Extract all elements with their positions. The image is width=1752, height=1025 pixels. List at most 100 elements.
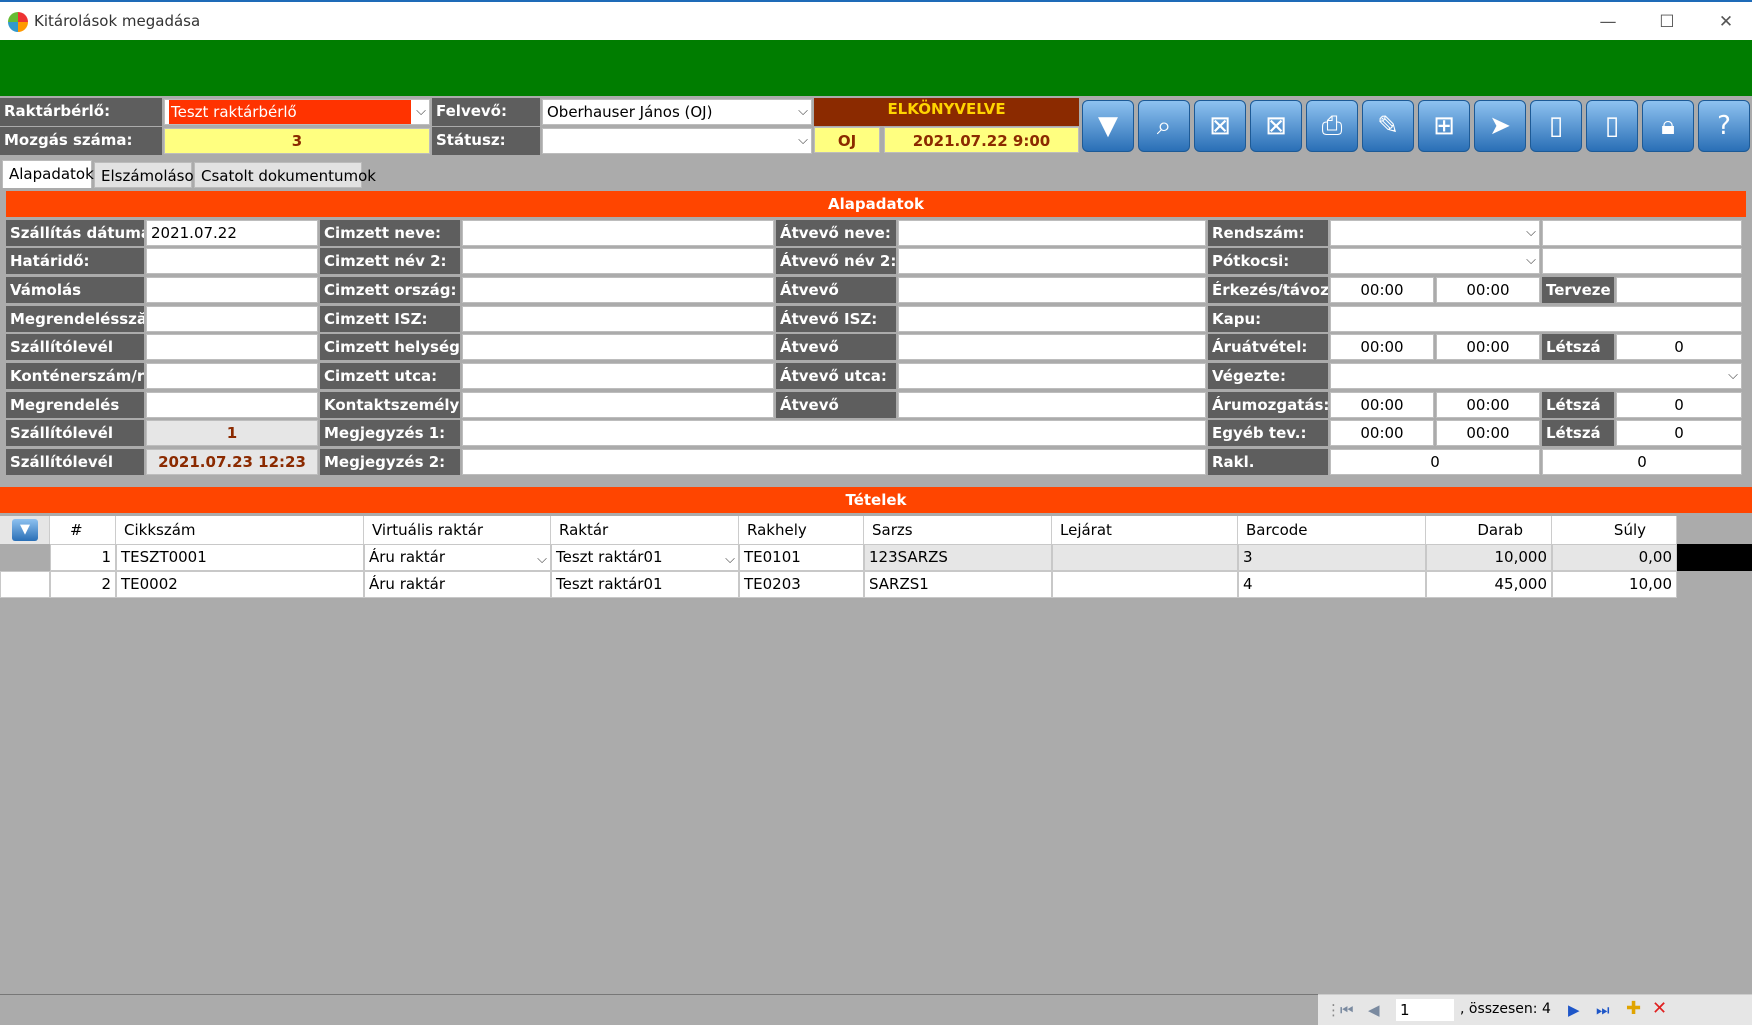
arrival-from[interactable]: 00:00 <box>1330 277 1434 303</box>
mobile-download-icon[interactable]: ▯ <box>1530 100 1582 152</box>
cell-batch[interactable]: SARZS1 <box>864 571 1052 598</box>
cell-weight[interactable]: 10,00 <box>1552 571 1677 598</box>
cell-virtual-warehouse[interactable]: Áru raktár <box>364 571 551 598</box>
column-header[interactable]: Barcode <box>1238 516 1426 544</box>
column-header[interactable]: Lejárat <box>1052 516 1238 544</box>
excel-export-icon[interactable]: ⊠ <box>1250 100 1302 152</box>
note1-field[interactable] <box>462 420 1206 446</box>
pallet-field-2[interactable]: 0 <box>1542 449 1742 475</box>
col2-field[interactable] <box>462 248 774 274</box>
col3-field[interactable] <box>898 392 1206 418</box>
note2-field[interactable] <box>462 449 1206 475</box>
col1-field[interactable] <box>146 363 318 389</box>
maximize-button[interactable]: ☐ <box>1647 8 1687 36</box>
col2-field[interactable] <box>462 220 774 246</box>
trailer-select[interactable]: ⌵ <box>1330 248 1540 274</box>
column-header[interactable]: Virtuális raktár <box>364 516 551 544</box>
previous-record-icon[interactable]: ◀ <box>1368 1001 1380 1019</box>
cell-expiry[interactable] <box>1052 571 1238 598</box>
col1-field[interactable]: 2021.07.22 <box>146 220 318 246</box>
cell-virtual-warehouse[interactable]: Áru raktár ⌵ <box>364 544 551 571</box>
excel-import-icon[interactable]: ⊠ <box>1194 100 1246 152</box>
page-input[interactable]: 1 <box>1396 999 1454 1021</box>
column-header[interactable]: Súly <box>1552 516 1677 544</box>
last-record-icon[interactable]: ⏭ <box>1596 1001 1610 1019</box>
cell-barcode[interactable]: 4 <box>1238 571 1426 598</box>
col2-field[interactable] <box>462 334 774 360</box>
cell-warehouse[interactable]: Teszt raktár01 <box>551 571 739 598</box>
column-header[interactable]: Cikkszám <box>116 516 364 544</box>
other-from[interactable]: 00:00 <box>1330 420 1434 446</box>
filter-icon[interactable]: ▼ <box>1082 100 1134 152</box>
column-header[interactable]: Raktár <box>551 516 739 544</box>
receipt-head-field[interactable]: 0 <box>1616 334 1742 360</box>
lock-icon[interactable]: 🔒︎ <box>1642 100 1694 152</box>
cell-expiry[interactable] <box>1052 544 1238 571</box>
tab-attachments[interactable]: Csatolt dokumentumok <box>194 162 376 188</box>
first-record-icon[interactable]: ⏮ <box>1340 1001 1354 1019</box>
col1-field[interactable] <box>146 277 318 303</box>
moving-from[interactable]: 00:00 <box>1330 392 1434 418</box>
receipt-to[interactable]: 00:00 <box>1436 334 1540 360</box>
planned-field[interactable] <box>1616 277 1742 303</box>
col3-field[interactable] <box>898 306 1206 332</box>
cell-location[interactable]: TE0203 <box>739 571 864 598</box>
cell-batch[interactable]: 123SARZS <box>864 544 1052 571</box>
col2-field[interactable] <box>462 306 774 332</box>
row-selector[interactable] <box>0 571 50 598</box>
minimize-button[interactable]: — <box>1588 8 1628 36</box>
column-header[interactable]: Rakhely <box>739 516 864 544</box>
print-icon[interactable]: ⎙ <box>1306 100 1358 152</box>
col1-field[interactable] <box>146 392 318 418</box>
mobile-upload-icon[interactable]: ▯ <box>1586 100 1638 152</box>
column-header[interactable]: Sarzs <box>864 516 1052 544</box>
moving-to[interactable]: 00:00 <box>1436 392 1540 418</box>
recorder-select[interactable]: Oberhauser János (OJ) ⌵ <box>542 99 812 125</box>
col3-field[interactable] <box>898 248 1206 274</box>
other-head-field[interactable]: 0 <box>1616 420 1742 446</box>
plate-field[interactable] <box>1542 220 1742 246</box>
other-to[interactable]: 00:00 <box>1436 420 1540 446</box>
receipt-from[interactable]: 00:00 <box>1330 334 1434 360</box>
cell-weight[interactable]: 0,00 <box>1552 544 1677 571</box>
tab-basic-data[interactable]: Alapadatok <box>2 160 94 188</box>
cell-sku[interactable]: TE0002 <box>116 571 364 598</box>
attach-icon[interactable]: ✎ <box>1362 100 1414 152</box>
col2-field[interactable] <box>462 277 774 303</box>
filter-icon[interactable]: ▼ <box>12 519 38 541</box>
col1-field[interactable] <box>146 334 318 360</box>
add-record-icon[interactable]: ✚ <box>1626 998 1641 1019</box>
col2-field[interactable] <box>462 363 774 389</box>
cell-quantity[interactable]: 45,000 <box>1426 571 1552 598</box>
column-header[interactable]: # <box>50 516 116 544</box>
trailer-field[interactable] <box>1542 248 1742 274</box>
new-document-icon[interactable]: ⊞ <box>1418 100 1470 152</box>
col1-field[interactable] <box>146 306 318 332</box>
close-button[interactable]: ✕ <box>1706 8 1746 36</box>
tenant-select[interactable]: Teszt raktárbérlő ⌵ <box>164 99 430 125</box>
plate-select[interactable]: ⌵ <box>1330 220 1540 246</box>
cell-warehouse[interactable]: Teszt raktár01 ⌵ <box>551 544 739 571</box>
delete-record-icon[interactable]: ✕ <box>1652 998 1667 1019</box>
arrival-to[interactable]: 00:00 <box>1436 277 1540 303</box>
pallet-field-1[interactable]: 0 <box>1330 449 1540 475</box>
cell-quantity[interactable]: 10,000 <box>1426 544 1552 571</box>
col3-field[interactable] <box>898 220 1206 246</box>
gate-field[interactable] <box>1330 306 1742 332</box>
status-select[interactable]: ⌵ <box>542 128 812 154</box>
row-selector[interactable] <box>0 544 50 571</box>
col3-field[interactable] <box>898 277 1206 303</box>
done-by-select[interactable]: ⌵ <box>1330 363 1742 389</box>
send-icon[interactable]: ➤ <box>1474 100 1526 152</box>
cell-location[interactable]: TE0101 <box>739 544 864 571</box>
cell-barcode[interactable]: 3 <box>1238 544 1426 571</box>
search-icon[interactable]: ⌕ <box>1138 100 1190 152</box>
col1-field[interactable] <box>146 248 318 274</box>
tab-settlements[interactable]: Elszámolások <box>94 162 202 188</box>
col3-field[interactable] <box>898 334 1206 360</box>
help-icon[interactable]: ? <box>1698 100 1750 152</box>
col3-field[interactable] <box>898 363 1206 389</box>
next-record-icon[interactable]: ▶ <box>1568 1001 1580 1019</box>
col2-field[interactable] <box>462 392 774 418</box>
column-header[interactable]: Darab <box>1426 516 1552 544</box>
